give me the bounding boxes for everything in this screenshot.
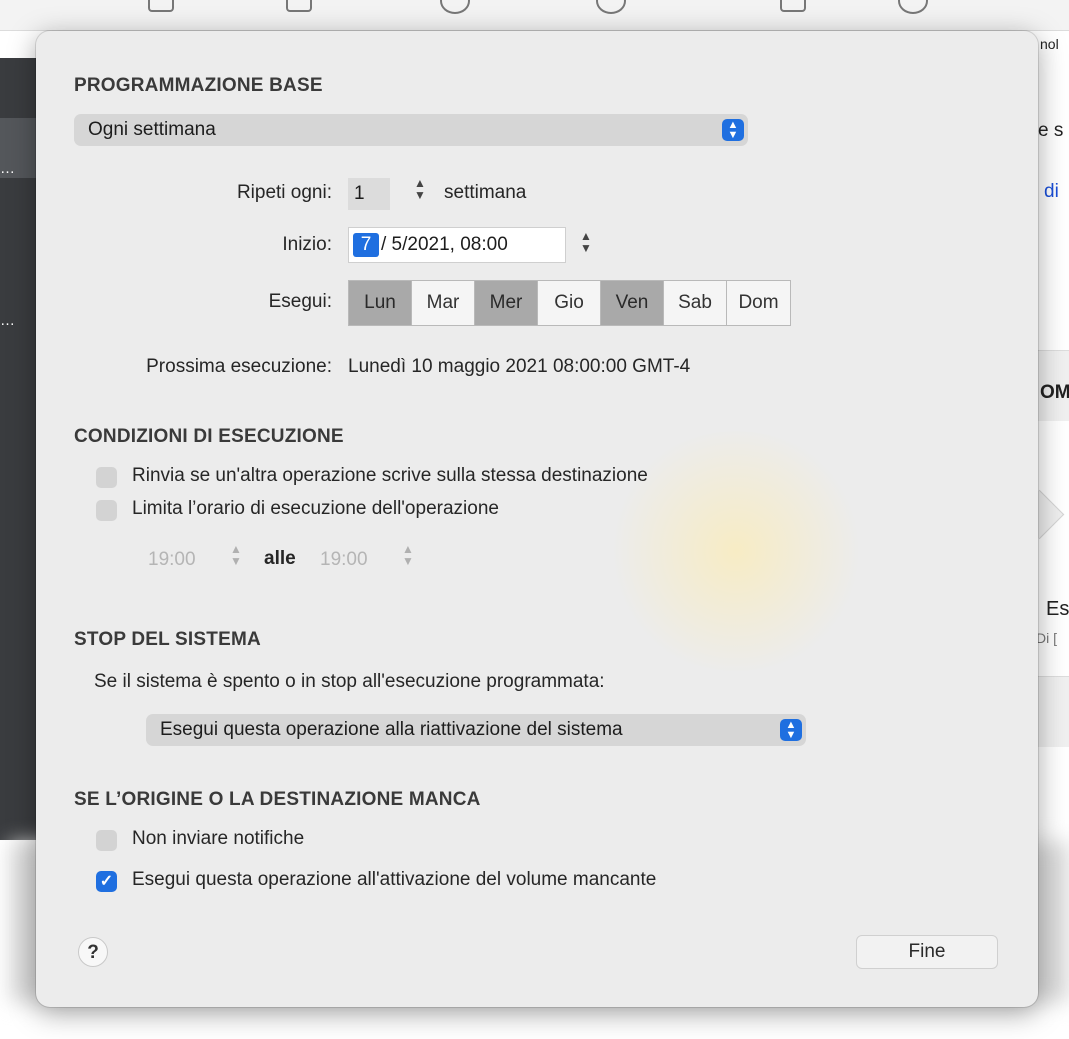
day-ven[interactable]: Ven <box>601 281 664 325</box>
limit-time-checkbox[interactable] <box>96 500 117 521</box>
limit-from-time-field[interactable]: 19:00 <box>144 544 220 576</box>
limit-between-label: alle <box>264 548 296 569</box>
help-button[interactable]: ? <box>78 937 108 967</box>
sleep-action-popup[interactable]: Esegui questa operazione alla riattivazi… <box>146 714 806 746</box>
day-dom[interactable]: Dom <box>727 281 790 325</box>
section-heading-base: PROGRAMMAZIONE BASE <box>74 75 323 96</box>
repeat-unit-label: settimana <box>444 182 527 203</box>
background-toolbar <box>0 0 1069 31</box>
chevron-updown-icon: ▲ ▼ <box>780 719 802 741</box>
no-notify-checkbox[interactable] <box>96 830 117 851</box>
section-heading-missing: SE L’ORIGINE O LA DESTINAZIONE MANCA <box>74 789 481 810</box>
info-icon <box>898 0 928 14</box>
sleep-description: Se il sistema è spento o in stop all'ese… <box>94 671 605 692</box>
background-text-fragment: e s <box>1038 120 1064 141</box>
background-text-fragment: nol <box>1040 36 1059 52</box>
run-on-mount-checkbox[interactable]: ✓ <box>96 871 117 892</box>
limit-to-stepper[interactable]: ▲ ▼ <box>398 543 418 573</box>
start-day-segment[interactable]: 7 <box>353 233 379 257</box>
sidebar-ellipsis: … <box>0 312 15 329</box>
limit-to-time-field[interactable]: 19:00 <box>316 544 392 576</box>
frequency-value: Ogni settimana <box>88 119 216 140</box>
schedule-sheet: PROGRAMMAZIONE BASE Ogni settimana ▲ ▼ Ri… <box>36 31 1038 1007</box>
background-text-fragment: Di [ <box>1036 630 1057 646</box>
day-mer[interactable]: Mer <box>475 281 538 325</box>
limit-from-stepper[interactable]: ▲ ▼ <box>226 543 246 573</box>
limit-time-label[interactable]: Limita l’orario di esecuzione dell'opera… <box>132 498 499 520</box>
run-days-label: Esegui: <box>268 291 332 312</box>
sidebar-ellipsis: … <box>0 160 15 177</box>
repeat-interval-field[interactable]: 1 <box>348 178 390 210</box>
repeat-stepper[interactable]: ▲ ▼ <box>410 177 430 207</box>
repeat-label: Ripeti ogni: <box>236 182 332 203</box>
background-link-fragment[interactable]: di <box>1044 181 1059 203</box>
day-gio[interactable]: Gio <box>538 281 601 325</box>
postpone-label[interactable]: Rinvia se un'altra operazione scrive sul… <box>132 465 648 487</box>
sidebar-icon <box>148 0 174 12</box>
day-mar[interactable]: Mar <box>412 281 475 325</box>
start-label: Inizio: <box>282 234 332 255</box>
no-notify-label[interactable]: Non inviare notifiche <box>132 828 304 850</box>
start-date-rest: / 5/2021, 08:00 <box>381 234 508 255</box>
calendar-icon <box>780 0 806 12</box>
chevron-updown-icon: ▲ ▼ <box>722 119 744 141</box>
done-button[interactable]: Fine <box>856 935 998 969</box>
background-panel <box>1036 676 1069 747</box>
tray-icon <box>286 0 312 12</box>
background-text-fragment: Es <box>1046 598 1069 620</box>
day-lun[interactable]: Lun <box>349 281 412 325</box>
run-on-mount-label[interactable]: Esegui questa operazione all'attivazione… <box>132 869 656 891</box>
clock-icon <box>596 0 626 14</box>
clock-icon <box>440 0 470 14</box>
postpone-checkbox[interactable] <box>96 467 117 488</box>
background-heading-fragment: OM <box>1040 382 1069 403</box>
start-date-field[interactable]: 7 / 5/2021, 08:00 <box>348 227 566 263</box>
next-run-label: Prossima esecuzione: <box>146 356 332 377</box>
sleep-action-value: Esegui questa operazione alla riattivazi… <box>160 719 623 740</box>
frequency-popup[interactable]: Ogni settimana ▲ ▼ <box>74 114 748 146</box>
day-sab[interactable]: Sab <box>664 281 727 325</box>
next-run-value: Lunedì 10 maggio 2021 08:00:00 GMT-4 <box>348 356 691 377</box>
weekday-selector: Lun Mar Mer Gio Ven Sab Dom <box>348 280 791 326</box>
section-heading-sleep: STOP DEL SISTEMA <box>74 629 261 650</box>
section-heading-conditions: CONDIZIONI DI ESECUZIONE <box>74 426 344 447</box>
start-date-stepper[interactable]: ▲ ▼ <box>576 230 596 260</box>
